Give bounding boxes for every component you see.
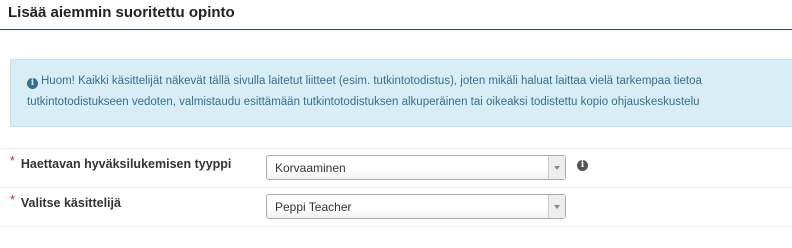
handler-value: Peppi Teacher xyxy=(275,200,352,214)
field-label-handler-text: Valitse käsittelijä xyxy=(20,196,121,210)
row-divider xyxy=(0,148,792,149)
row-divider xyxy=(0,187,792,188)
recognition-type-value: Korvaaminen xyxy=(275,161,346,175)
recognition-type-select[interactable]: Korvaaminen xyxy=(266,155,566,180)
page: Lisää aiemmin suoritettu opinto i Huom! K… xyxy=(0,0,792,248)
info-text-line-2: tutkintotodistukseen vedoten, valmistaud… xyxy=(27,96,700,108)
chevron-down-icon[interactable] xyxy=(548,195,565,218)
page-title: Lisää aiemmin suoritettu opinto xyxy=(8,4,235,21)
handler-select[interactable]: Peppi Teacher xyxy=(266,194,566,219)
info-circle-icon: i xyxy=(27,78,38,89)
info-text-line-1: Huom! Kaikki käsittelijät näkevät tällä … xyxy=(41,75,702,87)
required-marker: * xyxy=(10,154,15,168)
chevron-down-icon[interactable] xyxy=(548,156,565,179)
info-circle-icon[interactable]: i xyxy=(577,160,588,171)
title-divider xyxy=(0,29,792,30)
field-label-type: * Haettavan hyväksilukemisen tyyppi xyxy=(10,154,232,172)
info-alert: i Huom! Kaikki käsittelijät näkevät tällä… xyxy=(10,59,792,127)
field-label-type-text: Haettavan hyväksilukemisen tyyppi xyxy=(20,157,232,171)
field-label-handler: * Valitse käsittelijä xyxy=(10,193,121,211)
row-divider xyxy=(0,226,792,227)
required-marker: * xyxy=(10,193,15,207)
